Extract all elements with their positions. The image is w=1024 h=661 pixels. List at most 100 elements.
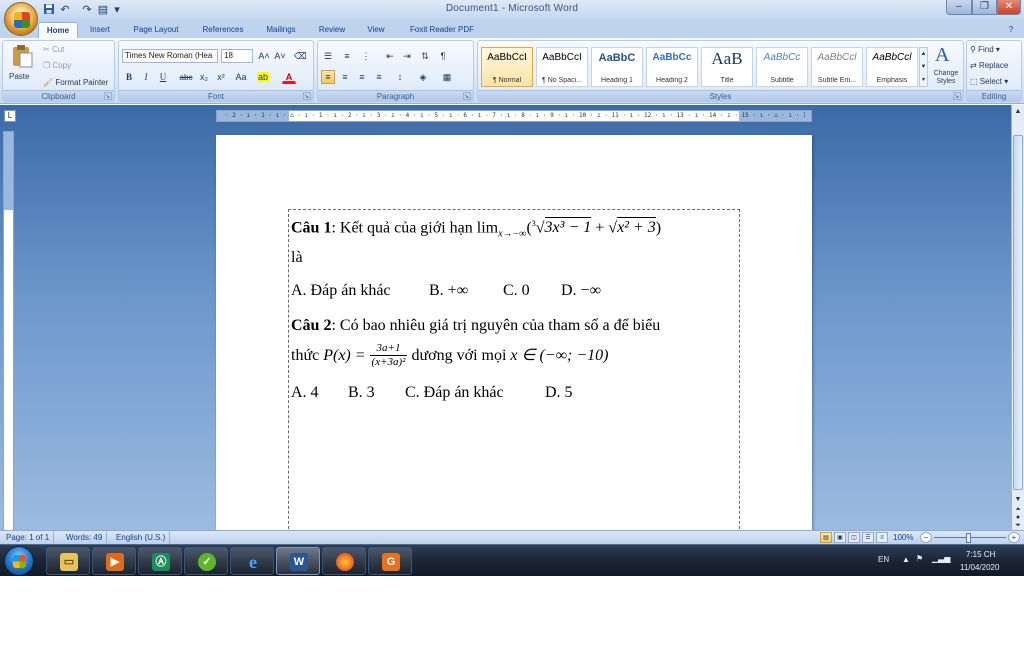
find-button[interactable]: ⚲ Find ▾ — [970, 44, 1000, 56]
tab-insert[interactable]: Insert — [82, 22, 118, 38]
scroll-up-icon[interactable]: ▲ — [1013, 107, 1023, 117]
vertical-ruler[interactable] — [3, 131, 14, 531]
style-title[interactable]: AaB Title — [701, 47, 753, 87]
font-name-combo[interactable]: Times New Roman (Hea — [122, 49, 218, 63]
style-emphasis[interactable]: AaBbCcl Emphasis — [866, 47, 918, 87]
style-heading-1[interactable]: AaBbC Heading 1 — [591, 47, 643, 87]
decrease-indent-icon[interactable]: ⇤ — [383, 49, 397, 63]
taskbar-media-player[interactable]: ▶ — [92, 547, 136, 575]
start-button[interactable] — [4, 546, 34, 576]
borders-icon[interactable]: ▦ — [440, 70, 454, 84]
clear-format-icon[interactable]: ⌫ — [293, 49, 307, 63]
page-count[interactable]: Page: 1 of 1 — [2, 531, 55, 545]
taskbar-firefox[interactable] — [322, 547, 366, 575]
subscript-button[interactable]: x₂ — [197, 70, 211, 84]
outline-view-icon[interactable]: ☰ — [862, 532, 874, 543]
web-layout-view-icon[interactable]: ◫ — [848, 532, 860, 543]
style-subtitle[interactable]: AaBbCc Subtitle — [756, 47, 808, 87]
change-case-button[interactable]: Aa — [232, 70, 250, 84]
tab-references[interactable]: References — [194, 22, 252, 38]
scroll-down-icon[interactable]: ▼ — [1013, 495, 1023, 505]
line-spacing-icon[interactable]: ↕ — [393, 70, 407, 84]
style-normal[interactable]: AaBbCcI ¶ Normal — [481, 47, 533, 87]
font-size-combo[interactable]: 18 — [221, 49, 253, 63]
action-center-icon[interactable]: ⚑ — [916, 554, 923, 563]
highlight-icon[interactable]: ab — [256, 70, 270, 84]
align-left-icon[interactable]: ≡ — [321, 70, 335, 84]
tab-mailings[interactable]: Mailings — [258, 22, 304, 38]
q2-option-a[interactable]: A. 4 — [291, 381, 348, 404]
underline-button[interactable]: U — [156, 70, 170, 84]
strikethrough-button[interactable]: abc — [177, 70, 195, 84]
justify-icon[interactable]: ≡ — [372, 70, 386, 84]
language-status[interactable]: English (U.S.) — [112, 531, 171, 545]
tab-foxit-reader-pdf[interactable]: Foxit Reader PDF — [402, 22, 482, 38]
format-painter-button[interactable]: 🖌 Format Painter — [43, 77, 108, 89]
clock-date[interactable]: 11/04/2020 — [960, 563, 999, 572]
style-subtle-emphasis[interactable]: AaBbCcl Subtle Em... — [811, 47, 863, 87]
clipboard-launcher-icon[interactable]: ↘ — [104, 92, 112, 100]
q2-option-c[interactable]: C. Đáp án khác — [405, 381, 545, 404]
tab-selector-button[interactable]: L — [4, 110, 16, 122]
paste-button[interactable]: Paste — [9, 44, 35, 88]
taskbar-internet-explorer[interactable]: e — [230, 547, 274, 575]
align-center-icon[interactable]: ≡ — [338, 70, 352, 84]
print-layout-view-icon[interactable]: ▤ — [820, 532, 832, 543]
replace-button[interactable]: ⇄ Replace — [970, 60, 1008, 72]
style-no-spacing[interactable]: AaBbCcI ¶ No Spaci... — [536, 47, 588, 87]
font-color-icon[interactable]: A — [282, 70, 296, 84]
document-page[interactable]: Câu 1: Kết quả của giới hạn limx→−∞(3√3x… — [216, 135, 812, 539]
styles-launcher-icon[interactable]: ↘ — [953, 92, 961, 100]
zoom-out-icon[interactable]: − — [920, 532, 932, 543]
show-hidden-icons-icon[interactable]: ▲ — [902, 555, 910, 564]
show-hide-button[interactable]: ¶ — [436, 49, 450, 63]
taskbar-explorer[interactable]: ▭ — [46, 547, 90, 575]
scrollbar-thumb[interactable] — [1013, 135, 1023, 490]
q1-option-b[interactable]: B. +∞ — [429, 279, 503, 302]
grow-font-button[interactable]: A˄ — [257, 49, 271, 63]
sort-icon[interactable]: ⇅ — [418, 49, 432, 63]
styles-scroll-icon[interactable]: ▲ ▼ ▾ — [919, 47, 928, 87]
multilevel-list-icon[interactable]: ⋮ — [359, 49, 373, 63]
numbering-icon[interactable]: ≡ — [340, 49, 354, 63]
language-indicator[interactable]: EN — [878, 555, 889, 564]
text-box[interactable]: Câu 1: Kết quả của giới hạn limx→−∞(3√3x… — [288, 209, 740, 539]
cut-button[interactable]: ✂ Cut — [43, 44, 64, 56]
select-button[interactable]: ⬚ Select ▾ — [970, 76, 1008, 88]
tab-view[interactable]: View — [358, 22, 394, 38]
draft-view-icon[interactable]: ≡ — [876, 532, 888, 543]
bold-button[interactable]: B — [122, 70, 136, 84]
clock-time[interactable]: 7:15 CH — [966, 550, 995, 559]
word-count[interactable]: Words: 49 — [62, 531, 108, 545]
bullets-icon[interactable]: ☰ — [321, 49, 335, 63]
restore-button[interactable]: ❐ — [972, 0, 997, 15]
q2-option-b[interactable]: B. 3 — [348, 381, 405, 404]
zoom-in-icon[interactable]: + — [1008, 532, 1020, 543]
taskbar-app[interactable]: Ⓐ — [138, 547, 182, 575]
font-launcher-icon[interactable]: ↘ — [303, 92, 311, 100]
italic-button[interactable]: I — [139, 70, 153, 84]
copy-button[interactable]: ❐ Copy — [43, 60, 71, 72]
taskbar-word[interactable]: W — [276, 547, 320, 575]
office-button[interactable] — [4, 2, 38, 36]
tab-review[interactable]: Review — [312, 22, 352, 38]
zoom-slider-thumb[interactable] — [966, 533, 971, 543]
minimize-button[interactable]: – — [946, 0, 972, 15]
taskbar-green-app[interactable]: ✓ — [184, 547, 228, 575]
paragraph-launcher-icon[interactable]: ↘ — [463, 92, 471, 100]
q2-option-d[interactable]: D. 5 — [545, 381, 573, 404]
tab-home[interactable]: Home — [38, 22, 78, 38]
vertical-scrollbar[interactable]: ▲ ▼ ⏶ ● ⏷ — [1011, 105, 1024, 530]
full-screen-view-icon[interactable]: ▣ — [834, 532, 846, 543]
tab-page-layout[interactable]: Page Layout — [126, 22, 186, 38]
network-signal-icon[interactable]: ▁▃▅ — [932, 554, 950, 563]
zoom-level[interactable]: 100% — [893, 531, 913, 544]
shrink-font-button[interactable]: A˅ — [273, 49, 287, 63]
align-right-icon[interactable]: ≡ — [355, 70, 369, 84]
horizontal-ruler[interactable]: · 2 · ı · 1 · ı · ⌂ · ı · 1 · ı · 2 · ı … — [216, 110, 812, 122]
close-button[interactable]: ✕ — [997, 0, 1021, 15]
style-heading-2[interactable]: AaBbCc Heading 2 — [646, 47, 698, 87]
increase-indent-icon[interactable]: ⇥ — [400, 49, 414, 63]
q1-option-a[interactable]: A. Đáp án khác — [291, 279, 429, 302]
shading-icon[interactable]: ◈ — [416, 70, 430, 84]
